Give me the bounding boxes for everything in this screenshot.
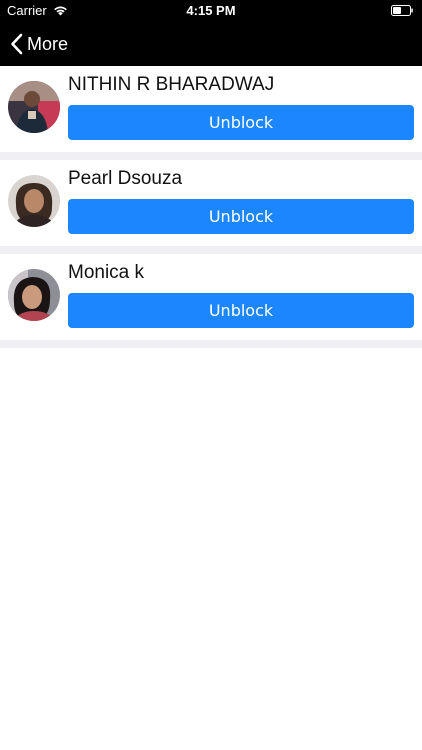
back-label: More [27, 33, 69, 54]
row-separator [0, 246, 422, 254]
unblock-button[interactable]: Unblock [68, 105, 414, 140]
user-name: Monica k [68, 262, 145, 283]
list-item: Pearl Dsouza Unblock [0, 160, 422, 246]
unblock-button[interactable]: Unblock [68, 293, 414, 328]
avatar [8, 269, 60, 321]
chevron-left-icon [11, 33, 23, 55]
blocked-users-list: NITHIN R BHARADWAJ Unblock Pearl Dsouza … [0, 66, 422, 348]
status-bar: Carrier 4:15 PM [0, 0, 422, 22]
avatar [8, 81, 60, 133]
unblock-button[interactable]: Unblock [68, 199, 414, 234]
row-separator [0, 152, 422, 160]
status-time: 4:15 PM [186, 3, 236, 18]
avatar [8, 175, 60, 227]
battery-icon [391, 5, 413, 16]
list-item: NITHIN R BHARADWAJ Unblock [0, 66, 422, 152]
list-item: Monica k Unblock [0, 254, 422, 340]
row-separator [0, 340, 422, 348]
user-name: Pearl Dsouza [68, 168, 183, 189]
user-name: NITHIN R BHARADWAJ [68, 74, 275, 95]
navigation-bar: More [0, 22, 422, 66]
back-button[interactable]: More [10, 30, 68, 58]
